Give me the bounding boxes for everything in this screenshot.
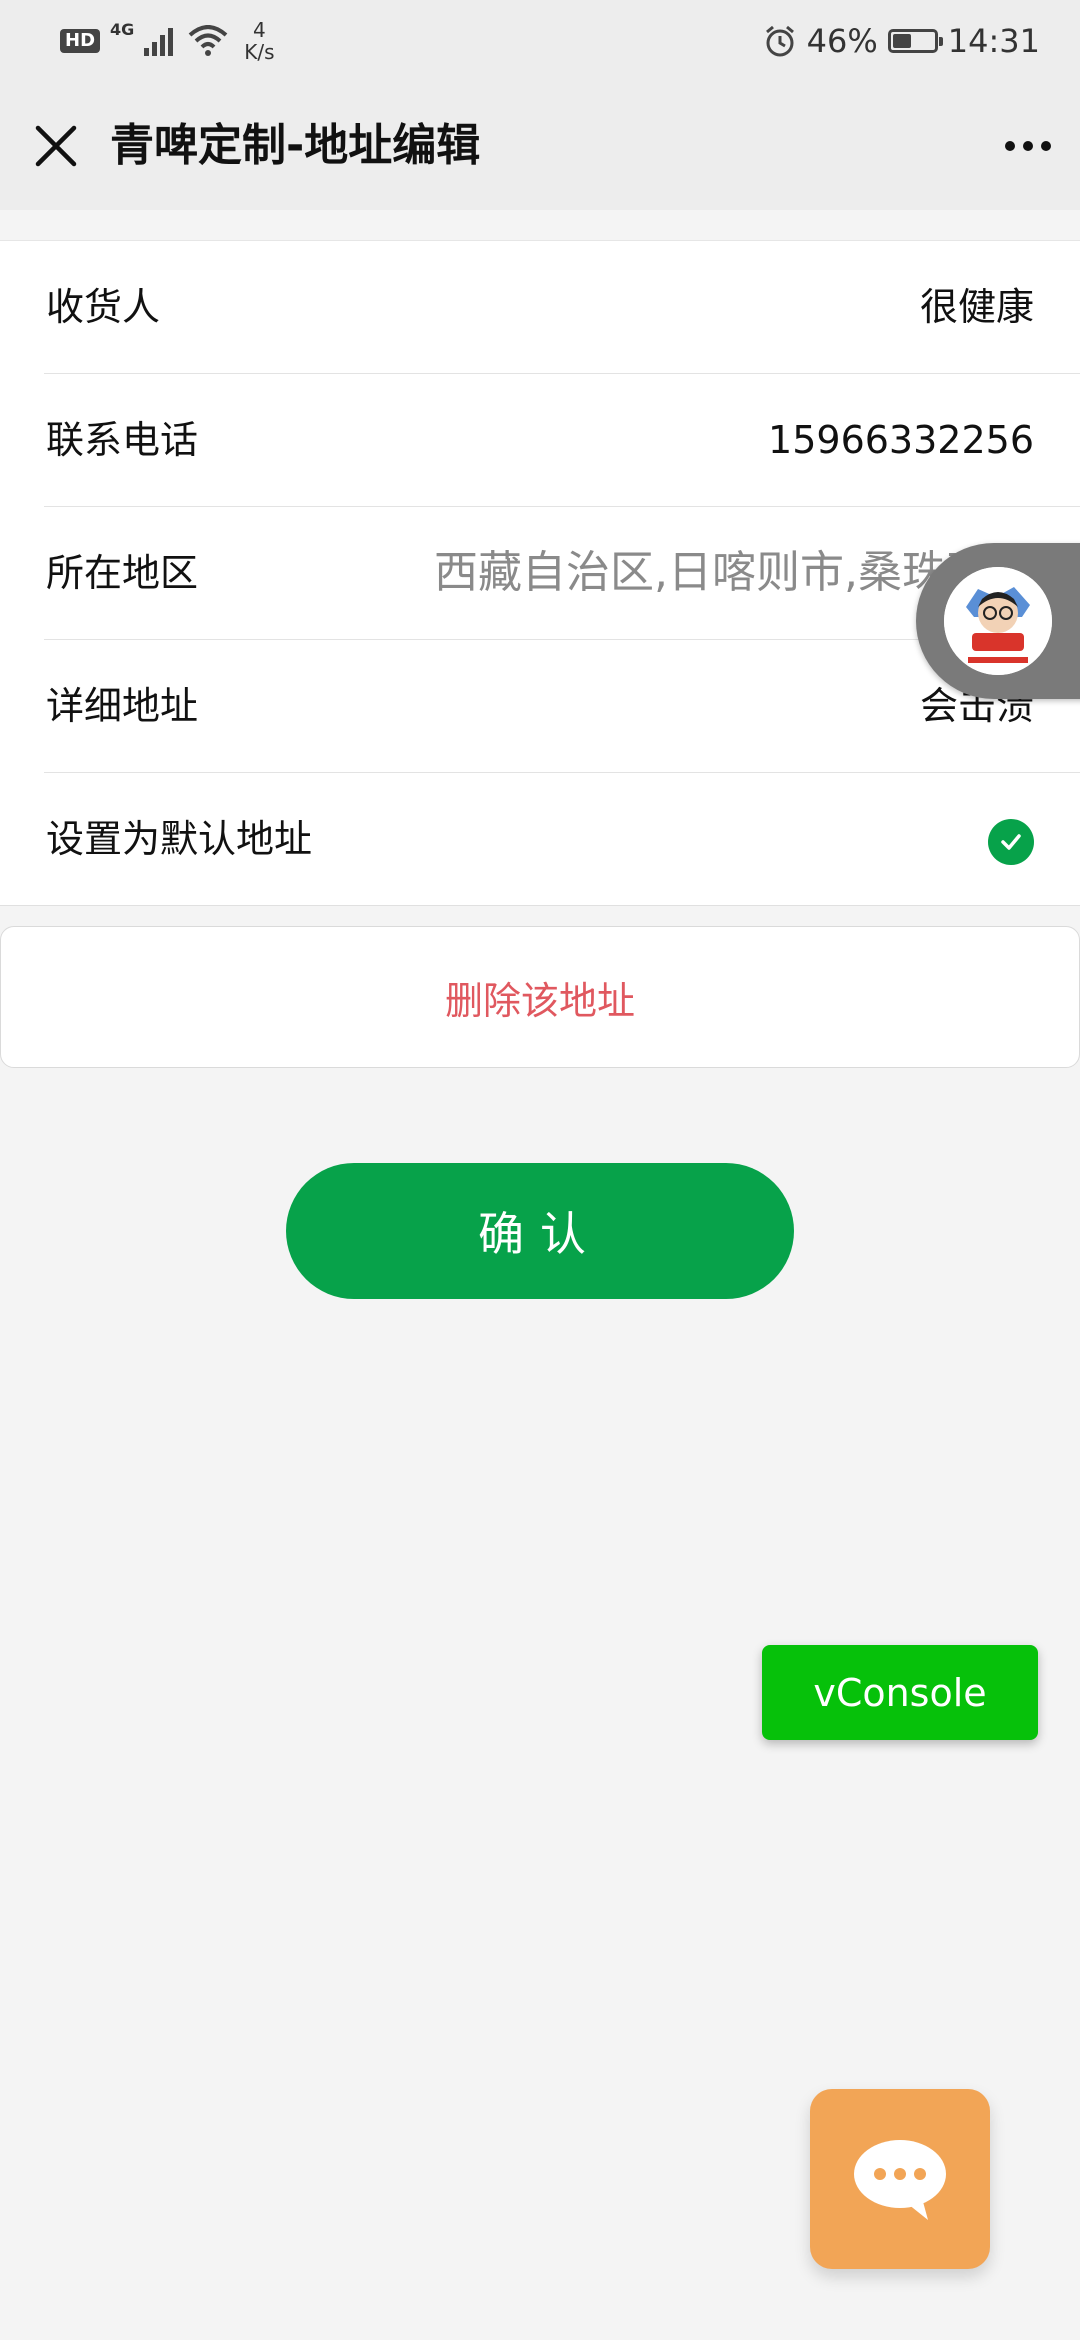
default-address-label: 设置为默认地址 <box>46 817 313 861</box>
signal-icon <box>144 28 174 56</box>
wifi-icon <box>188 25 228 56</box>
phone-row[interactable]: 联系电话 15966332256 <box>44 374 1080 507</box>
battery-icon <box>887 29 943 53</box>
cartoon-avatar-icon <box>944 567 1052 675</box>
chat-button[interactable] <box>810 2089 990 2269</box>
speed-unit: K/s <box>244 40 275 64</box>
more-dot-icon <box>1041 141 1051 151</box>
floating-avatar-widget[interactable] <box>916 543 1080 699</box>
clock: 14:31 <box>947 22 1040 60</box>
detail-address-row[interactable]: 详细地址 会击溃 <box>44 640 1080 773</box>
speed-value: 4 <box>253 18 266 42</box>
hd-badge: HD <box>60 29 101 53</box>
checkmark-icon <box>1001 834 1021 850</box>
default-address-checkbox[interactable] <box>988 819 1034 865</box>
consignee-input[interactable]: 很健康 <box>920 241 1034 373</box>
consignee-label: 收货人 <box>46 285 161 329</box>
status-left: HD 4G 4 K/s <box>60 18 275 64</box>
region-label: 所在地区 <box>46 551 199 595</box>
phone-input[interactable]: 15966332256 <box>768 374 1034 506</box>
network-speed: 4 K/s <box>244 19 274 63</box>
page-title: 青啤定制-地址编辑 <box>110 120 481 171</box>
avatar <box>944 567 1052 675</box>
network-type: 4G <box>110 20 135 39</box>
more-dot-icon <box>1005 141 1015 151</box>
more-dot-icon <box>1023 141 1033 151</box>
consignee-row[interactable]: 收货人 很健康 <box>44 241 1080 374</box>
nav-bar: 青啤定制-地址编辑 <box>0 82 1080 210</box>
alarm-icon <box>765 25 794 57</box>
delete-address-button[interactable]: 删除该地址 <box>0 926 1080 1068</box>
status-bar: HD 4G 4 K/s 46% 14:31 <box>0 0 1080 82</box>
chat-bubble-icon <box>854 2140 946 2220</box>
default-address-row[interactable]: 设置为默认地址 <box>44 773 1080 905</box>
address-form: 收货人 很健康 联系电话 15966332256 所在地区 西藏自治区,日喀则市… <box>0 240 1080 906</box>
phone-label: 联系电话 <box>46 418 199 462</box>
more-button[interactable] <box>996 118 1060 174</box>
detail-address-label: 详细地址 <box>46 684 199 728</box>
battery-percent: 46% <box>806 22 878 60</box>
confirm-button[interactable]: 确认 <box>286 1163 794 1299</box>
battery-fill <box>892 34 911 48</box>
close-button[interactable] <box>28 118 84 174</box>
vconsole-button[interactable]: vConsole <box>762 1645 1038 1740</box>
status-right: 46% 14:31 <box>763 18 1040 64</box>
close-icon <box>35 125 77 167</box>
